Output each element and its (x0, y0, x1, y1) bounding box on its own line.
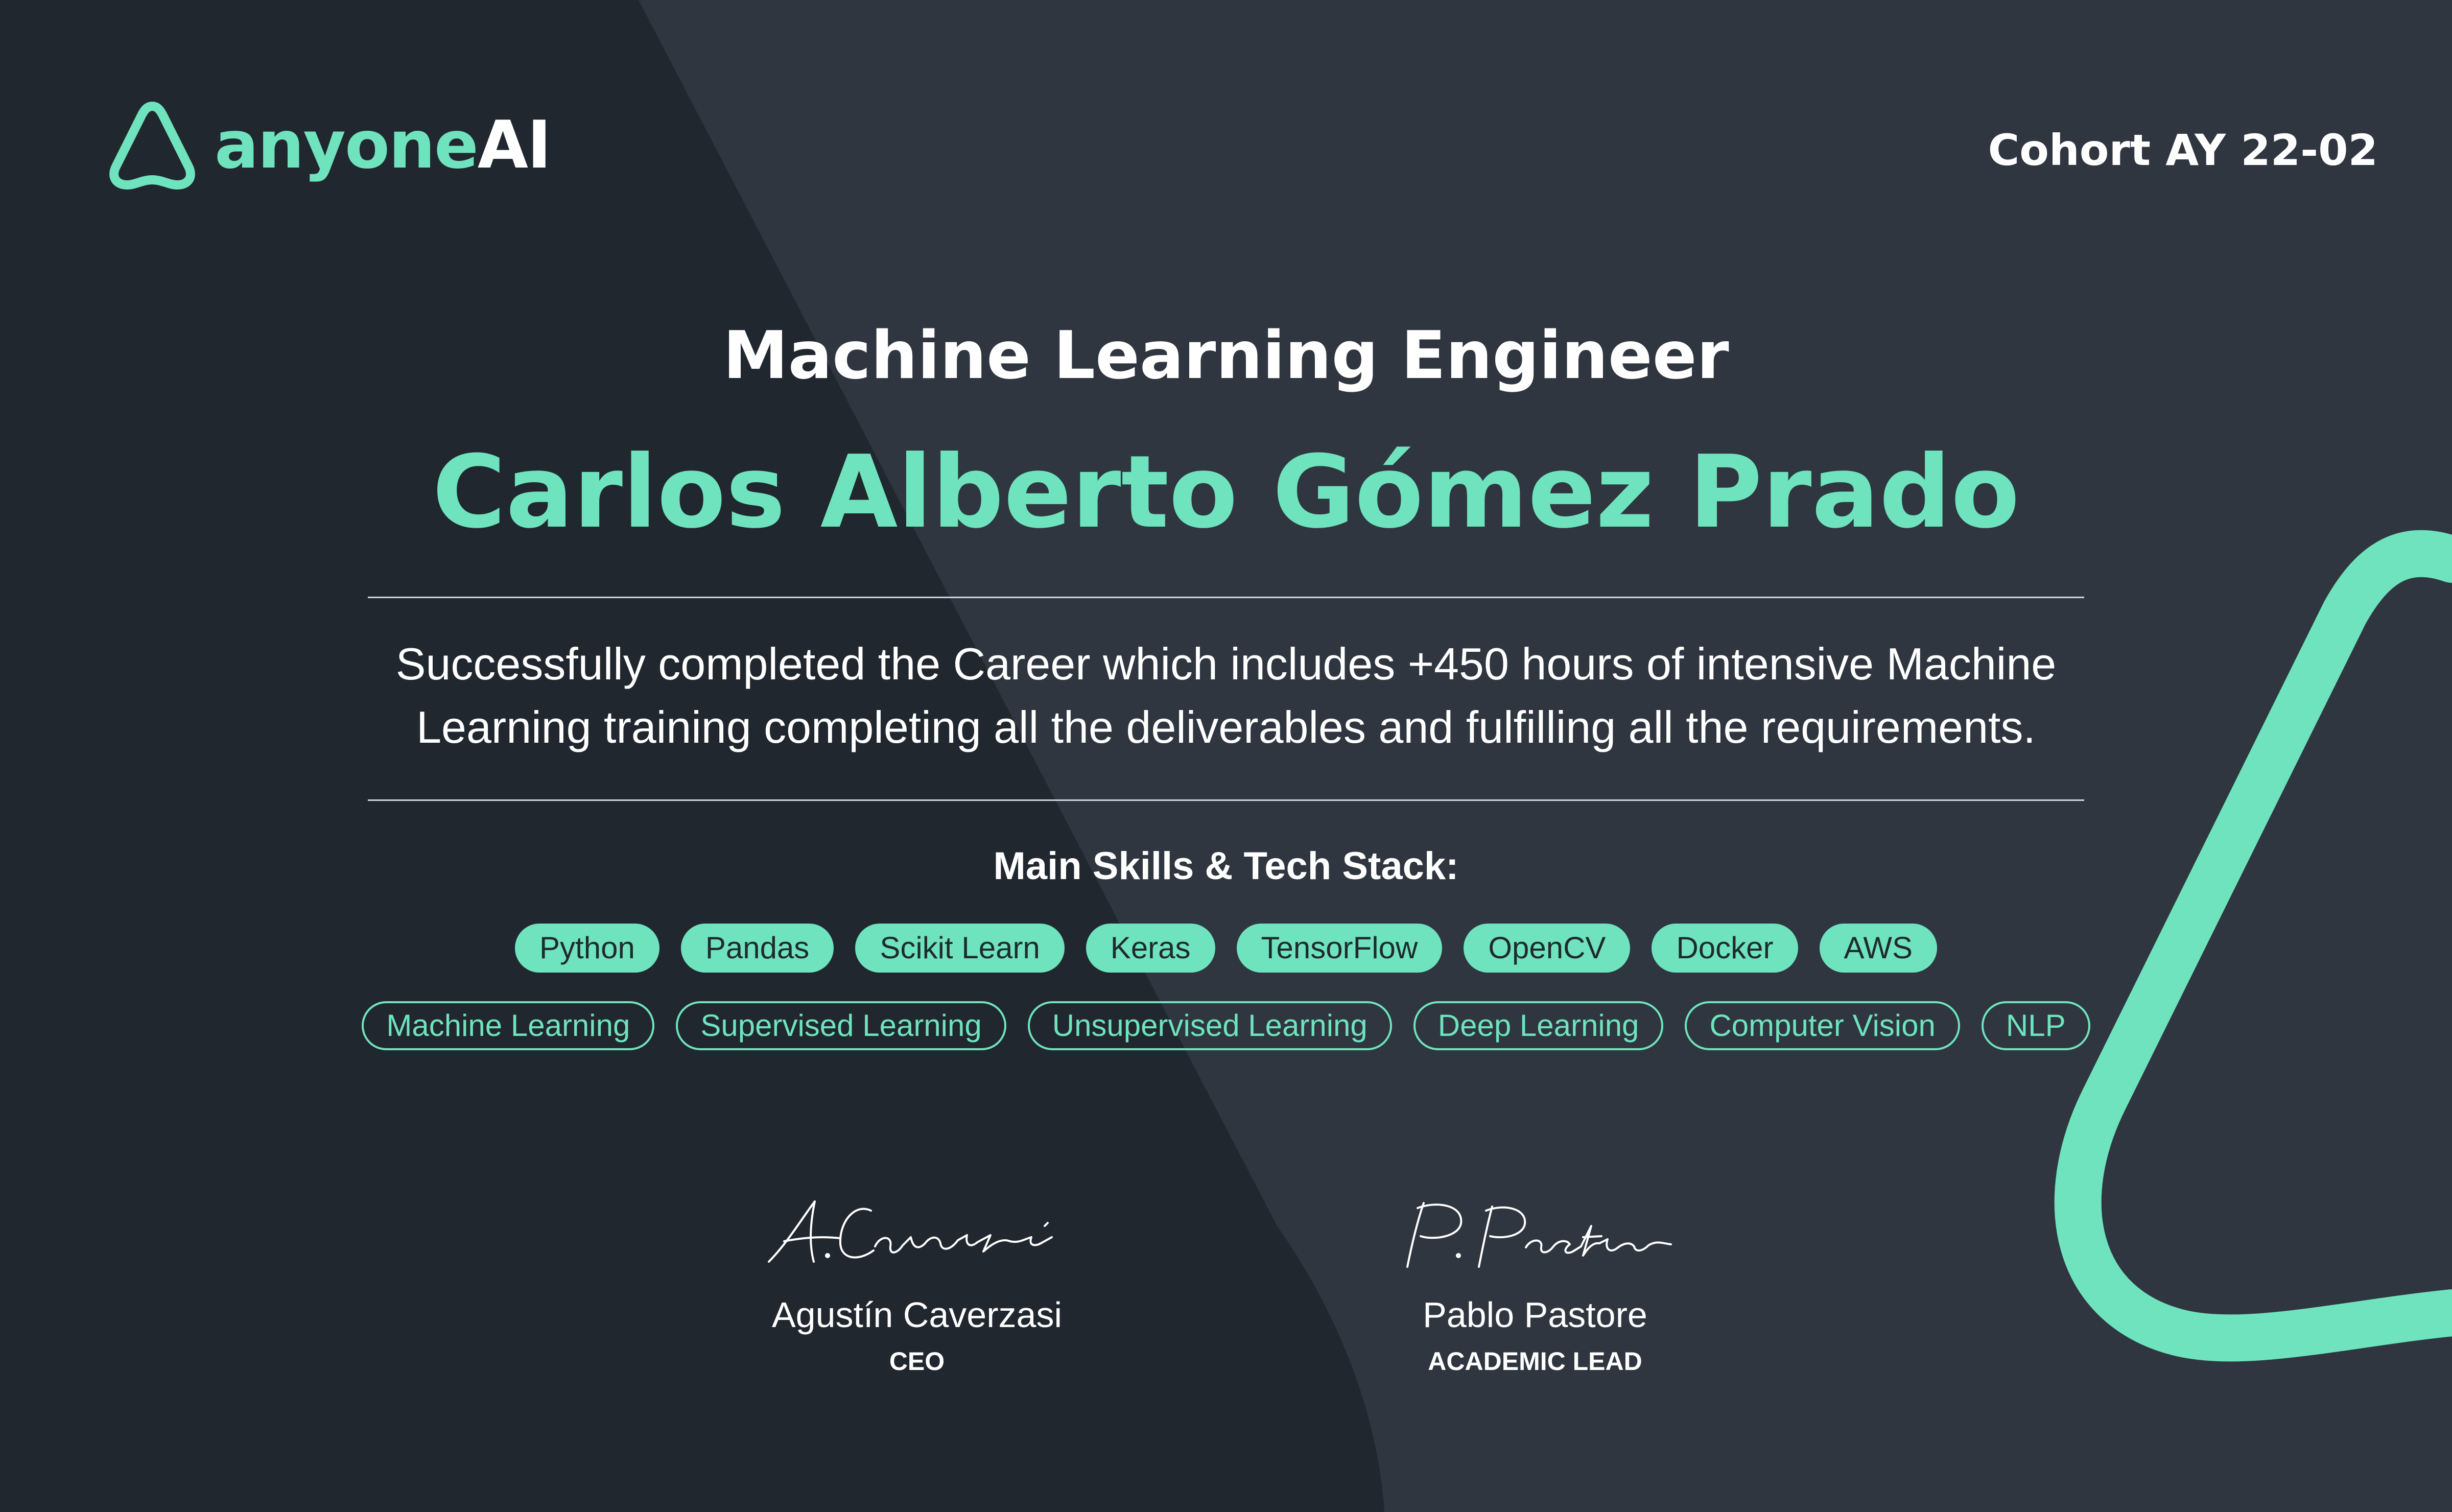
recipient-name: Carlos Alberto Gómez Prado (432, 434, 2020, 551)
tech-tag: Keras (1086, 924, 1215, 973)
brand-name-ai: AI (477, 107, 552, 183)
signatory-role: CEO (889, 1347, 945, 1376)
certificate: anyoneAI Cohort AY 22-02 Machine Learnin… (0, 0, 2452, 1512)
skill-tag: Deep Learning (1413, 1001, 1664, 1050)
signature-block-ceo: Agustín Caverzasi CEO (687, 1190, 1147, 1376)
career-title: Machine Learning Engineer (723, 318, 1729, 394)
tech-tag: Docker (1652, 924, 1798, 973)
skill-tag: Supervised Learning (676, 1001, 1006, 1050)
tech-tag: Scikit Learn (855, 924, 1065, 973)
tech-tag: Python (515, 924, 659, 973)
handwritten-signature-academic-lead (1406, 1202, 1672, 1268)
handwritten-signature-ceo (768, 1200, 1053, 1263)
tech-tag: OpenCV (1464, 924, 1631, 973)
signatory-name: Pablo Pastore (1423, 1295, 1647, 1335)
tech-tag: AWS (1819, 924, 1937, 973)
triangle-logo-icon (109, 102, 195, 190)
skills-row: Machine Learning Supervised Learning Uns… (0, 1001, 2452, 1050)
divider-top (368, 597, 2084, 598)
skill-tag: NLP (1981, 1001, 2090, 1050)
completion-description: Successfully completed the Career which … (395, 639, 2057, 752)
tech-tag: TensorFlow (1236, 924, 1443, 973)
signature-block-academic-lead: Pablo Pastore ACADEMIC LEAD (1305, 1190, 1765, 1376)
skill-tag: Computer Vision (1685, 1001, 1960, 1050)
skill-tag: Machine Learning (362, 1001, 655, 1050)
divider-bottom (368, 799, 2084, 801)
cohort-label: Cohort AY 22-02 (1988, 125, 2378, 175)
brand-name-anyone: anyone (215, 107, 479, 183)
tech-stack-row: Python Pandas Scikit Learn Keras TensorF… (0, 924, 2452, 973)
tech-tag: Pandas (680, 924, 834, 973)
signatory-role: ACADEMIC LEAD (1428, 1347, 1642, 1376)
skills-heading: Main Skills & Tech Stack: (993, 844, 1459, 888)
skill-tag: Unsupervised Learning (1027, 1001, 1392, 1050)
brand-logo: anyoneAI (105, 97, 551, 194)
brand-wordmark: anyoneAI (215, 113, 551, 178)
signatory-name: Agustín Caverzasi (771, 1295, 1063, 1335)
